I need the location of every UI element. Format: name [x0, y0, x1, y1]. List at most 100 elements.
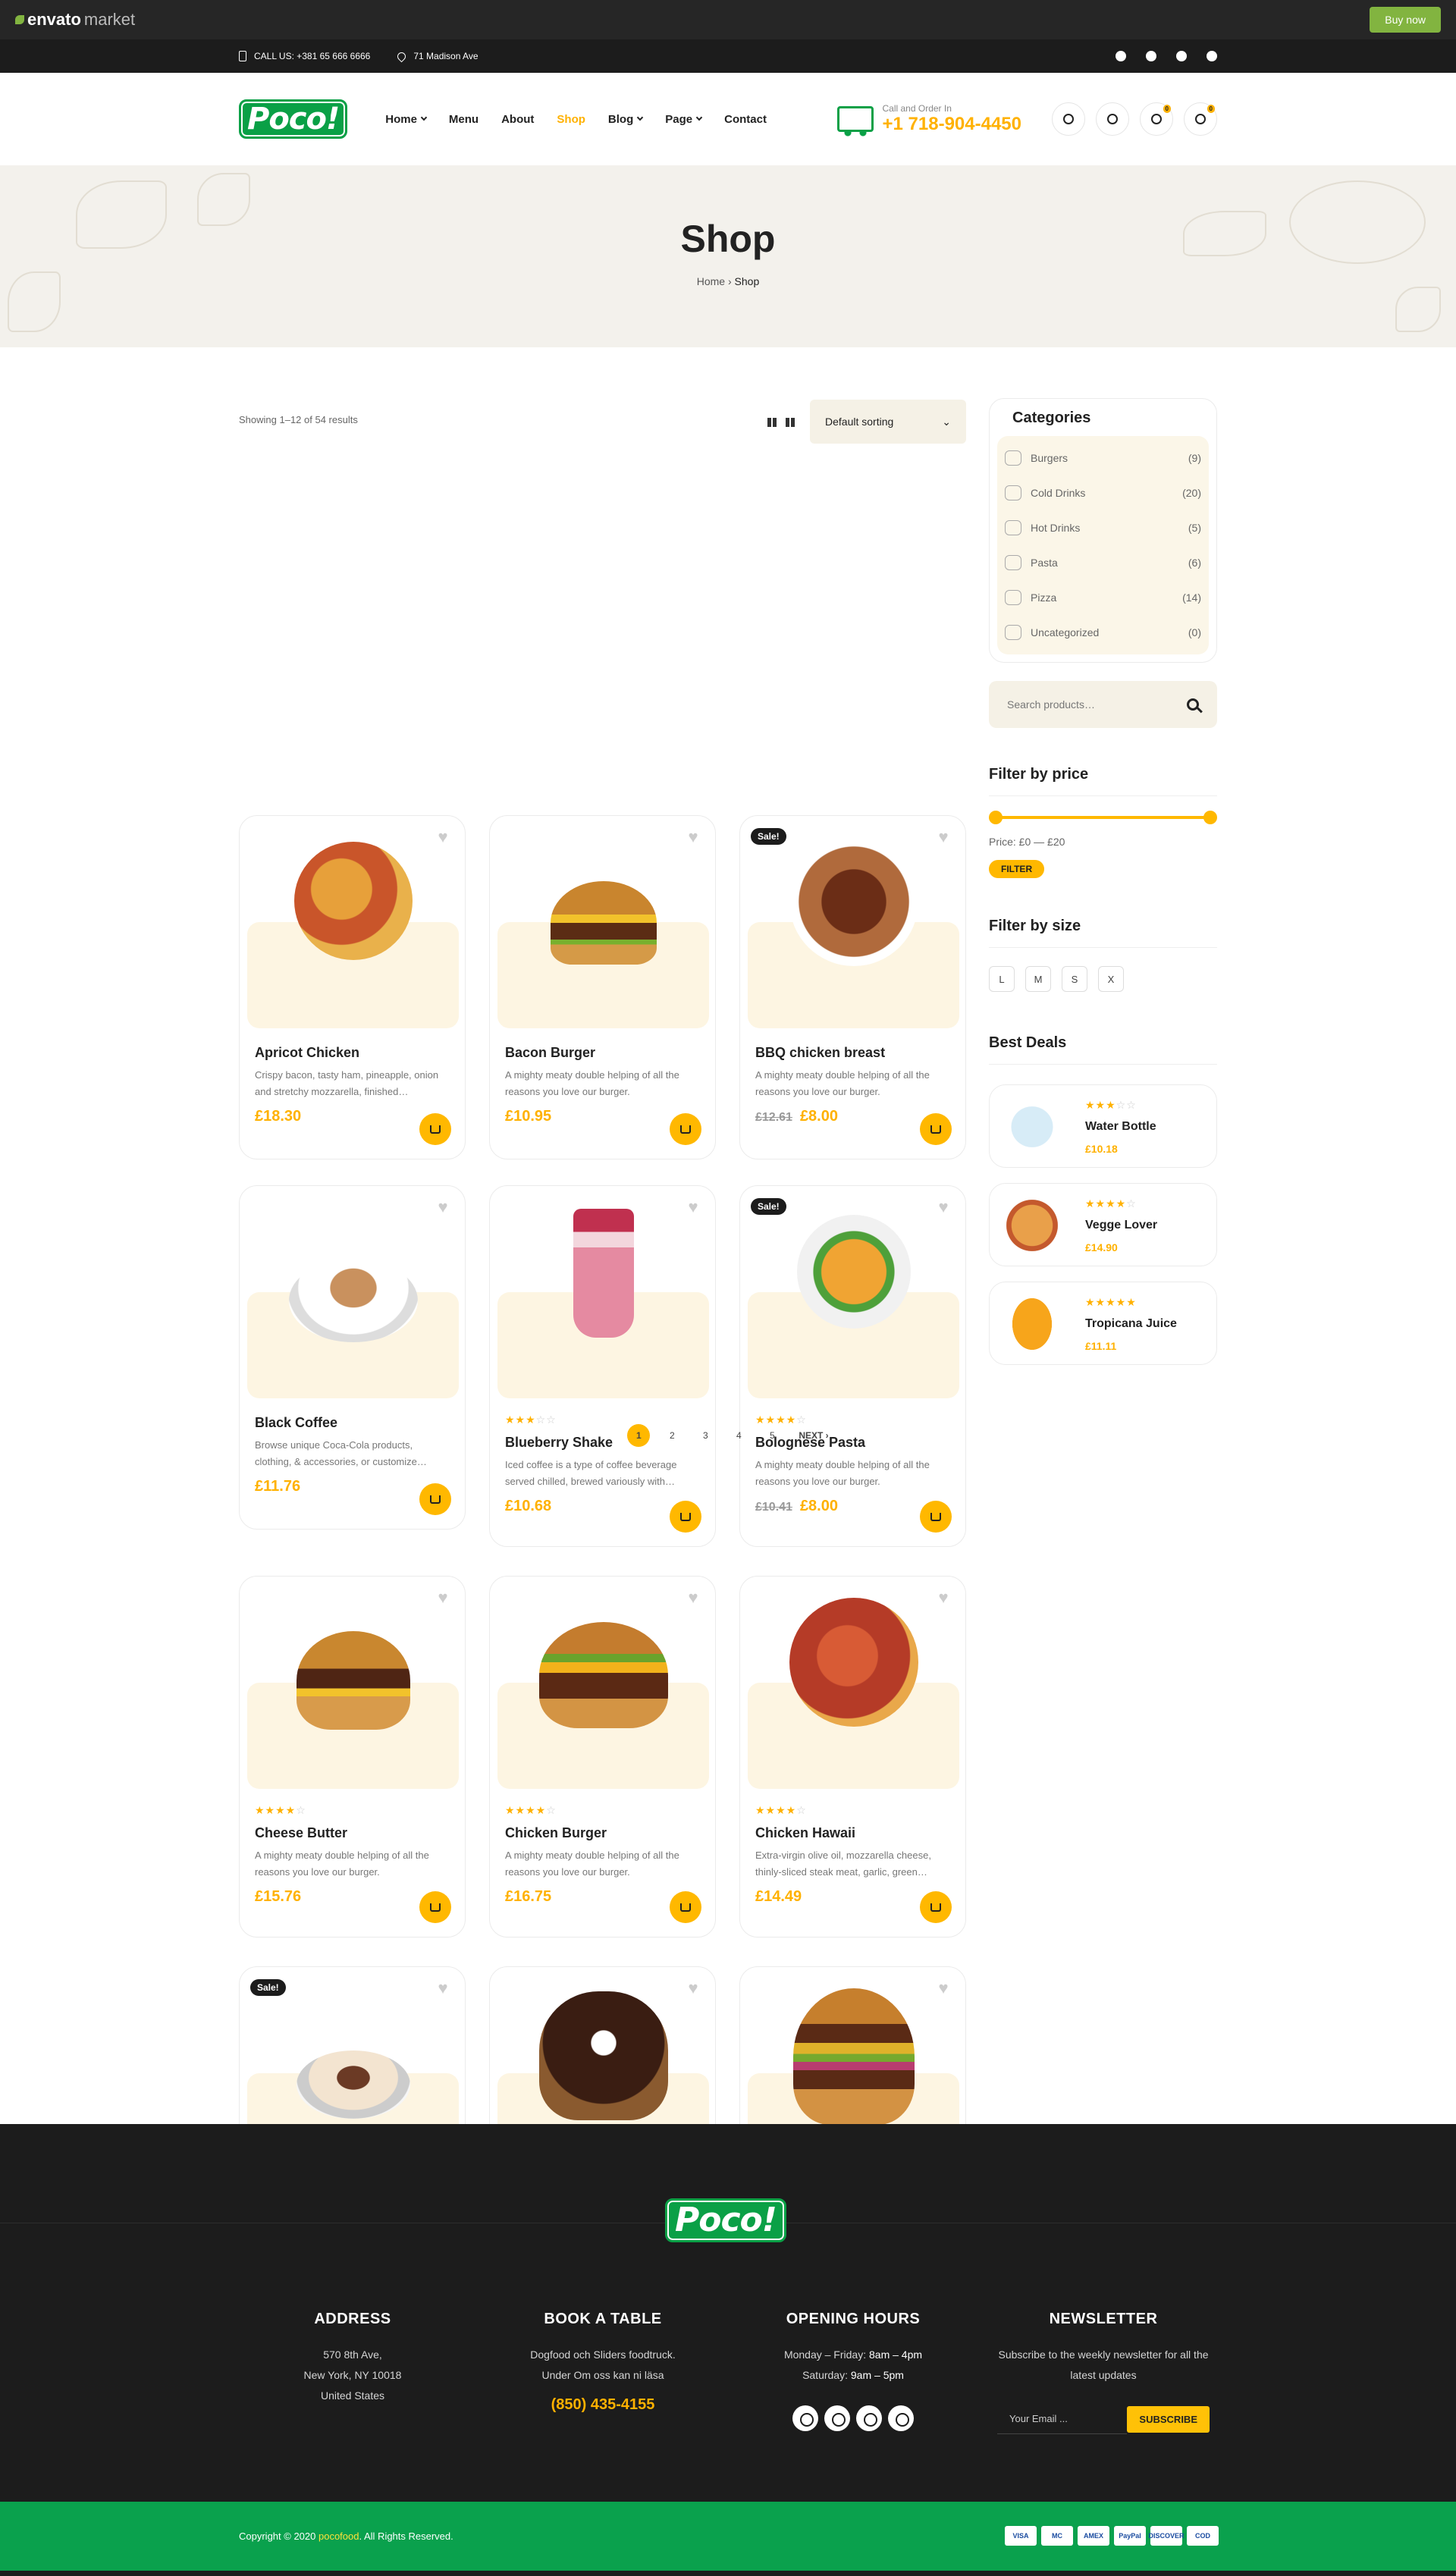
category-item[interactable]: Pizza (14)	[1005, 580, 1201, 615]
product-image[interactable]	[247, 1584, 459, 1789]
add-to-cart-button[interactable]	[920, 1113, 952, 1145]
product-name[interactable]: Chicken Hawaii	[755, 1825, 950, 1841]
product-image[interactable]	[748, 824, 959, 1028]
dribbble-icon[interactable]	[1207, 51, 1217, 61]
product-image[interactable]	[497, 1584, 709, 1789]
product-image[interactable]	[497, 824, 709, 1028]
product-card[interactable]: ♥ Bacon Burger A mighty meaty double helpi…	[489, 815, 716, 1159]
twitter-icon[interactable]	[1146, 51, 1156, 61]
product-card[interactable]: ♥ Apricot Chicken Crispy bacon, tasty ham,…	[239, 815, 466, 1159]
deal-item[interactable]: ★★★☆☆ Water Bottle £10.18	[989, 1084, 1217, 1168]
add-to-cart-button[interactable]	[920, 1501, 952, 1533]
wishlist-heart-icon[interactable]: ♥	[685, 1980, 701, 1997]
account-button[interactable]	[1096, 102, 1129, 136]
deal-item[interactable]: ★★★★★ Tropicana Juice £11.11	[989, 1282, 1217, 1365]
envato-logo[interactable]: envato market	[15, 10, 135, 30]
page-link[interactable]: 2	[661, 1424, 683, 1447]
wishlist-heart-icon[interactable]: ♥	[935, 1589, 952, 1606]
footer-logo[interactable]: Poco!	[665, 2198, 786, 2242]
filter-button[interactable]: FILTER	[989, 860, 1045, 878]
product-name[interactable]: Apricot Chicken	[255, 1045, 450, 1061]
deal-item[interactable]: ★★★★☆ Vegge Lover £14.90	[989, 1183, 1217, 1266]
subscribe-button[interactable]: SUBSCRIBE	[1127, 2405, 1210, 2433]
wishlist-heart-icon[interactable]: ♥	[435, 1199, 451, 1216]
add-to-cart-button[interactable]	[670, 1113, 701, 1145]
grid-view-icon[interactable]	[767, 418, 777, 427]
product-image[interactable]	[247, 1194, 459, 1398]
wishlist-button[interactable]: 0	[1140, 102, 1173, 136]
cart-button[interactable]: 0	[1184, 102, 1217, 136]
deal-name[interactable]: Water Bottle	[1085, 1120, 1156, 1134]
wishlist-heart-icon[interactable]: ♥	[935, 1980, 952, 1997]
nav-contact[interactable]: Contact	[724, 113, 767, 126]
product-image[interactable]	[748, 1584, 959, 1789]
product-image[interactable]	[247, 824, 459, 1028]
price-slider[interactable]	[989, 810, 1217, 825]
product-card[interactable]: ♥ Black Coffee Browse unique Coca-Cola pro…	[239, 1185, 466, 1530]
wishlist-heart-icon[interactable]: ♥	[685, 1589, 701, 1606]
breadcrumb-home[interactable]: Home	[697, 275, 725, 287]
page-link[interactable]: 3	[694, 1424, 717, 1447]
email-input[interactable]: Your Email ...	[997, 2404, 1128, 2434]
sort-select[interactable]: Default sorting ⌄	[810, 400, 966, 444]
add-to-cart-button[interactable]	[920, 1891, 952, 1923]
category-item[interactable]: Uncategorized (0)	[1005, 615, 1201, 650]
add-to-cart-button[interactable]	[670, 1891, 701, 1923]
footer-phone[interactable]: (850) 435-4155	[497, 2396, 709, 2414]
category-item[interactable]: Cold Drinks (20)	[1005, 475, 1201, 510]
youtube-icon[interactable]	[856, 2405, 882, 2431]
product-name[interactable]: Bacon Burger	[505, 1045, 700, 1061]
product-card[interactable]: ♥ ★★★★☆ Cheese Butter A mighty meaty double…	[239, 1576, 466, 1937]
page-link[interactable]: 5	[761, 1424, 783, 1447]
product-search[interactable]: Search products…	[989, 681, 1217, 728]
nav-menu[interactable]: Menu	[449, 113, 479, 126]
size-option[interactable]: X	[1098, 966, 1124, 992]
product-card[interactable]: ♥ ★★★☆☆ Blueberry Shake Iced coffee is a ty…	[489, 1185, 716, 1547]
add-to-cart-button[interactable]	[419, 1891, 451, 1923]
product-card[interactable]: Sale! ♥ BBQ chicken breast A mighty meaty d…	[739, 815, 966, 1159]
wishlist-heart-icon[interactable]: ♥	[935, 1199, 952, 1216]
youtube-icon[interactable]	[1176, 51, 1187, 61]
size-option[interactable]: M	[1025, 966, 1051, 992]
add-to-cart-button[interactable]	[419, 1483, 451, 1515]
category-item[interactable]: Pasta (6)	[1005, 545, 1201, 580]
deal-name[interactable]: Tropicana Juice	[1085, 1317, 1177, 1331]
wishlist-heart-icon[interactable]: ♥	[685, 829, 701, 846]
header-phone[interactable]: +1 718-904-4450	[883, 114, 1022, 135]
wishlist-heart-icon[interactable]: ♥	[435, 829, 451, 846]
wishlist-heart-icon[interactable]: ♥	[435, 1980, 451, 1997]
nav-about[interactable]: About	[501, 113, 534, 126]
product-image[interactable]	[748, 1194, 959, 1398]
facebook-icon[interactable]	[1116, 51, 1126, 61]
product-name[interactable]: Cheese Butter	[255, 1825, 450, 1841]
next-page-link[interactable]: NEXT ›	[799, 1430, 828, 1441]
wishlist-heart-icon[interactable]: ♥	[685, 1199, 701, 1216]
size-option[interactable]: S	[1062, 966, 1087, 992]
size-option[interactable]: L	[989, 966, 1015, 992]
product-card[interactable]: ♥ ★★★★☆ Chicken Burger A mighty meaty doubl…	[489, 1576, 716, 1937]
search-button[interactable]	[1052, 102, 1085, 136]
page-link[interactable]: 4	[727, 1424, 750, 1447]
wishlist-heart-icon[interactable]: ♥	[435, 1589, 451, 1606]
twitter-icon[interactable]	[824, 2405, 850, 2431]
deal-name[interactable]: Vegge Lover	[1085, 1219, 1157, 1232]
product-name[interactable]: Chicken Burger	[505, 1825, 700, 1841]
site-logo[interactable]: Poco!	[239, 99, 348, 139]
nav-page[interactable]: Page	[665, 113, 703, 126]
product-card[interactable]: ♥ ★★★★☆ Chicken Hawaii Extra-virgin olive o…	[739, 1576, 966, 1937]
slider-min-handle[interactable]	[989, 811, 1003, 824]
product-card[interactable]: Sale! ♥ ★★★★☆ Bolognese Pasta A mighty meaty…	[739, 1185, 966, 1547]
copyright-link[interactable]: pocofood	[318, 2531, 359, 2542]
category-item[interactable]: Hot Drinks (5)	[1005, 510, 1201, 545]
page-link[interactable]: 1	[627, 1424, 651, 1447]
wishlist-heart-icon[interactable]: ♥	[935, 829, 952, 846]
search-icon[interactable]	[1187, 698, 1199, 711]
product-name[interactable]: BBQ chicken breast	[755, 1045, 950, 1061]
nav-home[interactable]: Home	[385, 113, 428, 126]
product-image[interactable]	[497, 1194, 709, 1398]
nav-blog[interactable]: Blog	[608, 113, 644, 126]
add-to-cart-button[interactable]	[670, 1501, 701, 1533]
list-view-icon[interactable]	[786, 418, 795, 427]
dribbble-icon[interactable]	[888, 2405, 914, 2431]
category-item[interactable]: Burgers (9)	[1005, 441, 1201, 475]
